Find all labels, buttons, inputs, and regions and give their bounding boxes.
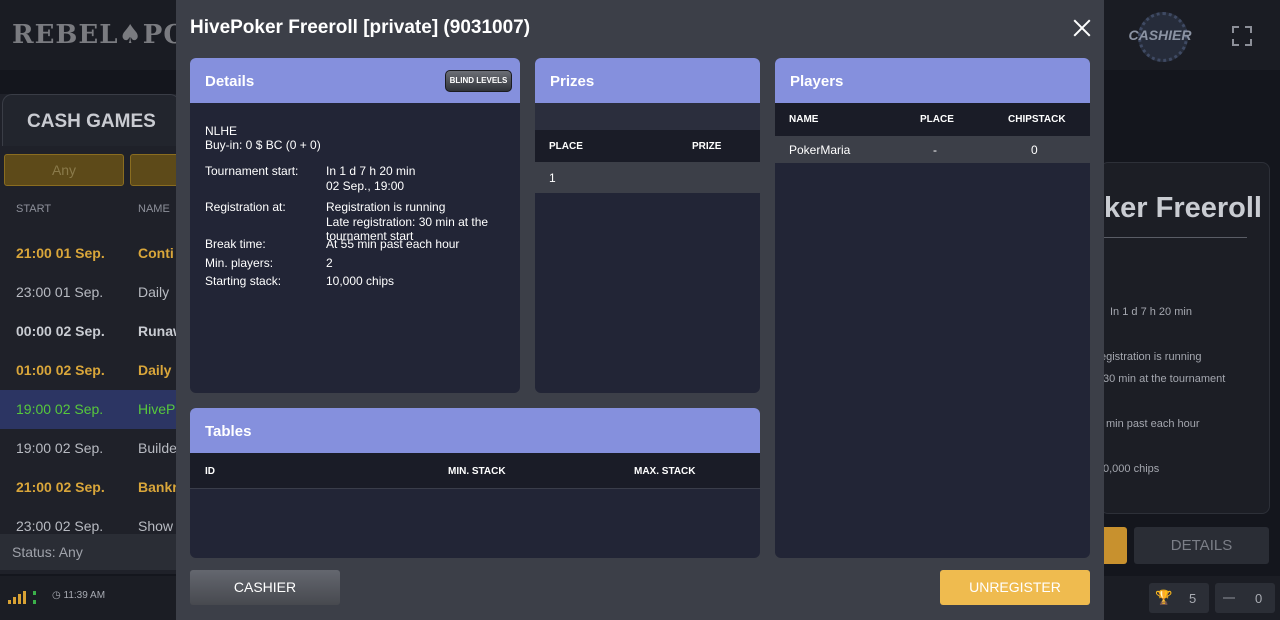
- detail-label: Registration at:: [205, 200, 286, 214]
- list-item-start: 00:00 02 Sep.: [16, 323, 105, 339]
- status-filter[interactable]: Status: Any: [0, 534, 180, 570]
- trophy-count: 5: [1189, 591, 1197, 606]
- col-chipstack: CHIPSTACK: [1008, 114, 1066, 125]
- prizes-table-header: PLACE PRIZE: [535, 130, 760, 162]
- lobby-list-header: START NAME: [0, 196, 180, 224]
- list-item[interactable]: 00:00 02 Sep. Runaw: [0, 312, 184, 351]
- filter-button[interactable]: [130, 154, 180, 186]
- list-item-name: Daily: [138, 284, 170, 300]
- prizes-panel: Prizes PLACE PRIZE 1: [535, 58, 760, 393]
- detail-value: 2: [326, 256, 333, 270]
- clock: ◷ 11:39 AM: [52, 590, 105, 601]
- tables-panel: Tables ID MIN. STACK MAX. STACK: [190, 408, 760, 558]
- cashier-chip-button[interactable]: CASHIER: [1128, 12, 1192, 62]
- details-panel: Details BLIND LEVELS NLHE Buy-in: 0 $ BC…: [190, 58, 520, 393]
- table-count: 0: [1255, 591, 1263, 606]
- trophy-counter[interactable]: 🏆 5: [1149, 583, 1209, 613]
- detail-label: Starting stack:: [205, 274, 282, 288]
- detail-value: 02 Sep., 19:00: [326, 178, 405, 193]
- dialog-title: HivePoker Freeroll [private] (9031007): [190, 17, 531, 38]
- col-start: START: [16, 203, 52, 215]
- players-header: Players: [775, 58, 1090, 103]
- list-item-start: 23:00 02 Sep.: [16, 518, 104, 534]
- info-start: In 1 d 7 h 20 min: [1110, 306, 1192, 318]
- list-item-name: Show: [138, 518, 174, 534]
- player-place: -: [933, 143, 937, 157]
- player-name: PokerMaria: [789, 143, 851, 157]
- list-item-name: Daily: [138, 362, 172, 378]
- fullscreen-icon[interactable]: [1232, 26, 1252, 46]
- tournament-dialog: HivePoker Freeroll [private] (9031007) D…: [176, 0, 1104, 620]
- unregister-button[interactable]: UNREGISTER: [940, 570, 1090, 605]
- col-id: ID: [205, 466, 215, 477]
- filter-any-button[interactable]: Any: [4, 154, 124, 186]
- cashier-chip-label: CASHIER: [1128, 27, 1192, 43]
- list-item-name: Bankr: [138, 479, 178, 495]
- list-item-start: 19:00 02 Sep.: [16, 401, 104, 417]
- col-max-stack: MAX. STACK: [634, 466, 696, 477]
- prize-place: 1: [549, 171, 556, 185]
- detail-value: Late registration: 30 min at the: [326, 214, 489, 229]
- col-prize: PRIZE: [692, 141, 722, 152]
- list-item-start: 19:00 02 Sep.: [16, 440, 104, 456]
- col-name: NAME: [138, 203, 170, 215]
- info-panel-title: ker Freeroll: [1104, 192, 1262, 224]
- info-registration: egistration is running: [1100, 351, 1202, 363]
- detail-value: Registration is running: [326, 200, 446, 214]
- detail-label: Break time:: [205, 237, 266, 251]
- blind-levels-button[interactable]: BLIND LEVELS: [445, 70, 512, 92]
- trophy-icon: 🏆: [1155, 589, 1173, 605]
- list-item-name: Conti: [138, 245, 174, 261]
- col-place: PLACE: [549, 141, 583, 152]
- clock-time: 11:39 AM: [63, 590, 106, 601]
- detail-value: At 55 min past each hour: [326, 237, 460, 251]
- table-icon: [1223, 597, 1235, 599]
- list-item-name: Builde: [138, 440, 177, 456]
- players-table-header: NAME PLACE CHIPSTACK: [775, 103, 1090, 136]
- info-late-registration: 30 min at the tournament: [1103, 373, 1226, 385]
- player-chipstack: 0: [1031, 143, 1038, 157]
- list-item-start: 21:00 02 Sep.: [16, 479, 105, 495]
- list-item[interactable]: 19:00 02 Sep. HiveP: [0, 390, 180, 429]
- detail-value: In 1 d 7 h 20 min: [326, 164, 416, 178]
- register-button[interactable]: [1100, 527, 1127, 564]
- tab-cash-games[interactable]: CASH GAMES: [2, 94, 180, 146]
- clock-icon: ◷: [52, 590, 61, 601]
- list-item[interactable]: 23:00 01 Sep. Daily: [0, 273, 180, 312]
- divider: [1104, 237, 1247, 238]
- col-name: NAME: [789, 114, 819, 125]
- list-item-start: 01:00 02 Sep.: [16, 362, 105, 378]
- table-counter[interactable]: 0: [1215, 583, 1275, 613]
- detail-value: 10,000 chips: [326, 274, 395, 288]
- details-button[interactable]: DETAILS: [1134, 527, 1269, 564]
- prizes-header: Prizes: [535, 58, 760, 103]
- list-item[interactable]: 21:00 02 Sep. Bankr: [0, 468, 180, 507]
- detail-label: Min. players:: [205, 256, 274, 270]
- signal-icon: [8, 590, 38, 604]
- list-item[interactable]: 19:00 02 Sep. Builde: [0, 429, 180, 468]
- table-row: 1: [535, 162, 760, 193]
- prizes-spacer: [535, 103, 760, 130]
- close-icon[interactable]: [1072, 18, 1092, 38]
- tables-table-header: ID MIN. STACK MAX. STACK: [190, 453, 760, 489]
- list-item[interactable]: 21:00 01 Sep. Conti: [0, 234, 180, 273]
- players-panel: Players NAME PLACE CHIPSTACK PokerMaria …: [775, 58, 1090, 558]
- info-break: min past each hour: [1106, 418, 1200, 430]
- col-place: PLACE: [920, 114, 954, 125]
- list-item-name: HiveP: [138, 401, 176, 417]
- detail-label: Tournament start:: [205, 164, 299, 178]
- info-stack: 0,000 chips: [1103, 463, 1160, 475]
- buy-in: Buy-in: 0 $ BC (0 + 0): [205, 138, 321, 152]
- list-item-start: 23:00 01 Sep.: [16, 284, 104, 300]
- table-row[interactable]: PokerMaria - 0: [775, 136, 1090, 163]
- list-item[interactable]: 01:00 02 Sep. Daily: [0, 351, 180, 390]
- list-item-start: 21:00 01 Sep.: [16, 245, 105, 261]
- game-type: NLHE: [205, 124, 238, 138]
- tables-header: Tables: [190, 408, 760, 453]
- cashier-button[interactable]: CASHIER: [190, 570, 340, 605]
- col-min-stack: MIN. STACK: [448, 466, 506, 477]
